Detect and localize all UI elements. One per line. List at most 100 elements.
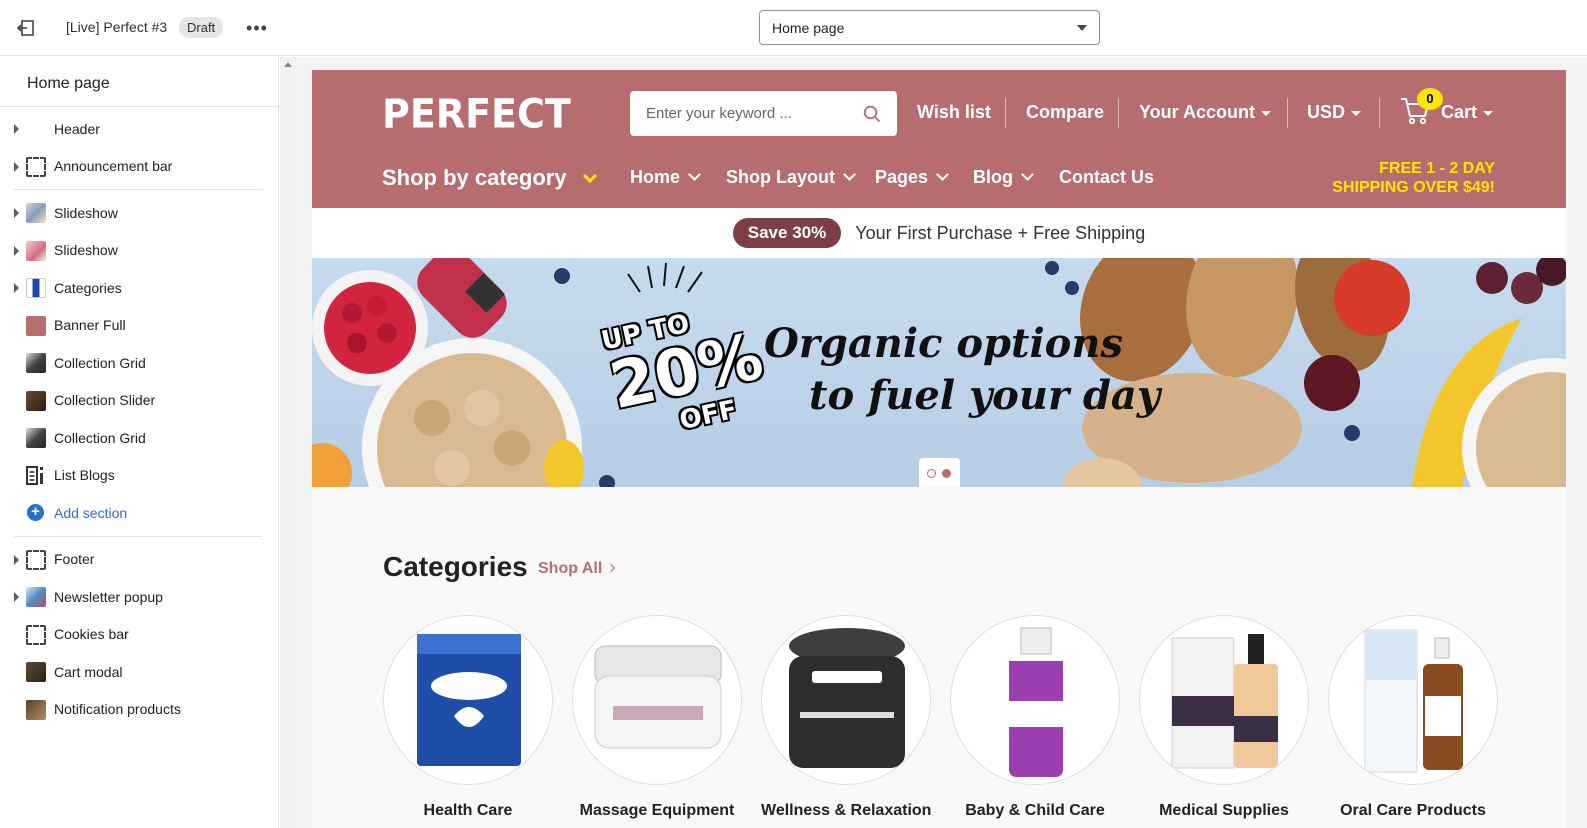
caret-down-icon (1351, 110, 1362, 116)
category-health-care[interactable]: Health Care (383, 615, 553, 820)
chevron-down-icon (843, 168, 856, 181)
nav-label: Pages (875, 167, 929, 187)
store-logo[interactable]: PERFECT (382, 91, 571, 137)
nav-blog[interactable]: Blog (973, 167, 1034, 188)
scroll-up-icon[interactable] (284, 62, 292, 67)
sidebar-item-announcement-bar[interactable]: Announcement bar (0, 148, 278, 186)
status-badge: Draft (179, 17, 224, 38)
category-massage-equipment[interactable]: Massage Equipment (572, 615, 742, 820)
expand-arrow-icon[interactable] (14, 208, 19, 218)
expand-arrow-icon[interactable] (14, 283, 19, 293)
store-preview: PERFECT Wish list Compare Your Account U… (312, 70, 1566, 828)
sidebar-item-label: Header (54, 120, 100, 137)
sidebar-item-slideshow-2[interactable]: Slideshow (0, 232, 278, 270)
separator (1287, 98, 1288, 128)
add-section-button[interactable]: + Add section (0, 494, 278, 532)
expand-arrow-icon[interactable] (14, 245, 19, 256)
save-pill: Save 30% (732, 218, 842, 248)
exit-icon (17, 20, 34, 36)
cart-menu[interactable]: Cart (1441, 102, 1494, 123)
sidebar-scrollbar[interactable] (280, 57, 296, 828)
category-image (1139, 615, 1309, 785)
expand-arrow-icon[interactable] (14, 592, 19, 602)
account-menu[interactable]: Your Account (1139, 102, 1271, 123)
expand-arrow-icon[interactable] (14, 554, 19, 565)
sidebar-item-slideshow[interactable]: Slideshow (0, 194, 278, 232)
sidebar-item-categories[interactable]: Categories (0, 269, 278, 307)
collection-thumbnail-icon (26, 353, 46, 373)
sidebar-title: Home page (0, 57, 278, 107)
caret-down-icon (1483, 110, 1494, 116)
category-image (572, 615, 742, 785)
sidebar-item-header[interactable]: Header (0, 110, 278, 148)
search-input[interactable] (646, 105, 846, 122)
sidebar-item-banner-full[interactable]: Banner Full (0, 307, 278, 345)
add-section-label: Add section (54, 504, 128, 521)
expand-arrow-icon[interactable] (14, 161, 19, 172)
expand-arrow-icon[interactable] (14, 124, 19, 134)
announcement-text: Your First Purchase + Free Shipping (855, 222, 1146, 243)
chevron-down-icon (582, 168, 597, 184)
sidebar-item-label: Banner Full (54, 317, 126, 334)
header-sections: Header Announcement bar (0, 107, 278, 185)
shop-all-label: Shop All (538, 560, 603, 577)
wishlist-link[interactable]: Wish list (917, 102, 991, 123)
search-icon[interactable] (863, 105, 881, 123)
sidebar-item-newsletter-popup[interactable]: Newsletter popup (0, 578, 278, 616)
category-image (950, 615, 1120, 785)
category-wellness-relaxation[interactable]: Wellness & Relaxation (761, 615, 931, 820)
category-medical-supplies[interactable]: Medical Supplies (1139, 615, 1309, 820)
newsletter-thumbnail-icon (26, 587, 46, 607)
currency-label: USD (1307, 102, 1346, 122)
separator (1379, 98, 1380, 128)
categories-title: Categories (383, 551, 528, 582)
shop-by-category-menu[interactable]: Shop by category (382, 165, 597, 191)
nav-label: Blog (973, 167, 1013, 187)
separator (1118, 98, 1119, 128)
sidebar-item-cookies-bar[interactable]: Cookies bar (0, 616, 278, 654)
slideshow-banner[interactable]: UP TO 20% OFF Organic options to fuel yo… (312, 258, 1566, 487)
slide-dot[interactable] (927, 469, 936, 478)
sidebar-item-notification-products[interactable]: Notification products (0, 691, 278, 729)
category-image (761, 615, 931, 785)
slideshow-thumbnail-icon (26, 203, 46, 223)
currency-selector[interactable]: USD (1307, 102, 1362, 123)
shop-all-link[interactable]: Shop All (538, 560, 616, 578)
free-shipping-notice: FREE 1 - 2 DAY SHIPPING OVER $49! (1332, 159, 1495, 197)
page-select-value: Home page (772, 19, 845, 36)
sidebar-item-footer[interactable]: Footer (0, 541, 278, 579)
nav-contact-us[interactable]: Contact Us (1059, 167, 1154, 188)
nav-home[interactable]: Home (630, 167, 701, 188)
preview-canvas: PERFECT Wish list Compare Your Account U… (296, 57, 1587, 828)
editor-topbar: [Live] Perfect #3 Draft ••• Home page (0, 0, 1587, 56)
category-label: Health Care (423, 802, 513, 819)
section-dashed-icon (26, 156, 46, 177)
more-actions-button[interactable]: ••• (244, 15, 270, 41)
category-label: Oral Care Products (1340, 802, 1486, 819)
sidebar-item-list-blogs[interactable]: List Blogs (0, 457, 278, 495)
sidebar-item-label: Collection Grid (54, 354, 146, 371)
sidebar-item-label: Cart modal (54, 663, 123, 680)
nav-label: Shop Layout (726, 167, 835, 187)
category-oral-care-products[interactable]: Oral Care Products (1328, 615, 1498, 820)
exit-button[interactable] (12, 14, 40, 42)
sidebar-item-collection-grid[interactable]: Collection Grid (0, 344, 278, 382)
nav-shop-layout[interactable]: Shop Layout (726, 167, 856, 188)
section-dashed-icon (26, 624, 46, 645)
slide-dot-active[interactable] (942, 469, 951, 478)
chevron-right-icon (607, 563, 616, 573)
page-select[interactable]: Home page (759, 10, 1100, 45)
notification-thumbnail-icon (26, 699, 46, 720)
category-baby-child-care[interactable]: Baby & Child Care (950, 615, 1120, 820)
blog-list-icon (26, 465, 46, 486)
sidebar-item-cart-modal[interactable]: Cart modal (0, 653, 278, 691)
sidebar-item-collection-grid-2[interactable]: Collection Grid (0, 419, 278, 457)
cart-thumbnail-icon (26, 662, 46, 682)
chevron-down-icon (936, 168, 949, 181)
nav-pages[interactable]: Pages (875, 167, 949, 188)
sidebar-item-collection-slider[interactable]: Collection Slider (0, 382, 278, 420)
free-shipping-line1: FREE 1 - 2 DAY (1379, 160, 1495, 177)
compare-link[interactable]: Compare (1026, 102, 1104, 123)
separator (1005, 98, 1006, 128)
cart-label: Cart (1441, 102, 1478, 122)
